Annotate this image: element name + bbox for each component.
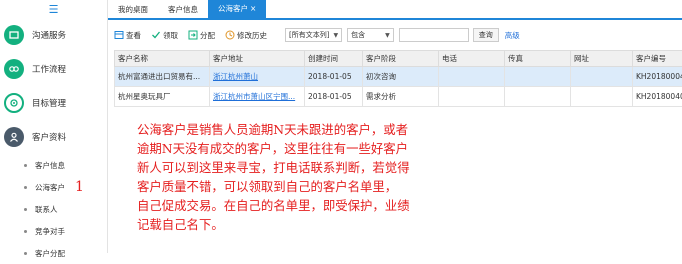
- tab-label: 我的桌面: [118, 4, 148, 15]
- search-input[interactable]: [399, 28, 469, 42]
- tab-customer-info[interactable]: 客户信息: [158, 0, 208, 18]
- annotation-text: 公海客户是销售人员逾期N天未跟进的客户，或者 逾期N天没有成交的客户，这里往往有…: [137, 120, 517, 234]
- chevron-down-icon: ▼: [333, 32, 338, 39]
- history-label: 修改历史: [237, 30, 267, 41]
- cell-code: KH201800409: [633, 87, 682, 107]
- cell-url: [571, 67, 633, 87]
- column-header[interactable]: 客户阶段: [363, 51, 439, 67]
- sidebar-sub-label: 竞争对手: [35, 226, 65, 237]
- search-button[interactable]: 查询: [473, 28, 499, 42]
- history-button[interactable]: 修改历史: [225, 30, 267, 41]
- tab-label: 公海客户: [218, 3, 248, 14]
- view-icon: [114, 30, 124, 40]
- target-icon: [4, 93, 24, 113]
- cell-stage: 初次咨询: [363, 67, 439, 87]
- sidebar: ☰ 沟通服务 工作流程 目标管理 客户资料 客户信息 公海客户 1 联系人: [0, 0, 108, 253]
- workflow-icon: [4, 59, 24, 79]
- column-header[interactable]: 传真: [505, 51, 571, 67]
- sidebar-item-goals[interactable]: 目标管理: [0, 86, 107, 120]
- sidebar-sub-contacts[interactable]: 联系人: [0, 198, 107, 220]
- bullet-icon: [24, 230, 27, 233]
- column-header[interactable]: 客户名称: [115, 51, 210, 67]
- cell-created: 2018-01-05: [305, 67, 363, 87]
- sidebar-item-customers[interactable]: 客户资料: [0, 120, 107, 154]
- sidebar-item-workflow[interactable]: 工作流程: [0, 52, 107, 86]
- sidebar-item-label: 沟通服务: [32, 29, 66, 41]
- toolbar: 查看 领取 分配 修改历史 [所有文本列] ▼ 包含 ▼ 查询 高级: [108, 25, 682, 45]
- table-row[interactable]: 杭州星奥玩具厂 浙江杭州市萧山区宁围... 2018-01-05 需求分析 KH…: [115, 87, 682, 107]
- tab-bar: 我的桌面 客户信息 公海客户 ×: [108, 0, 682, 20]
- column-header[interactable]: 客户编号: [633, 51, 682, 67]
- advanced-search-link[interactable]: 高级: [505, 30, 520, 41]
- sidebar-sub-customer-info[interactable]: 客户信息: [0, 154, 107, 176]
- cell-phone: [439, 87, 505, 107]
- claim-button[interactable]: 领取: [151, 30, 178, 41]
- sidebar-item-label: 客户资料: [32, 131, 66, 143]
- sidebar-sub-public-customers[interactable]: 公海客户 1: [0, 176, 107, 198]
- chat-icon: [4, 25, 24, 45]
- cell-stage: 需求分析: [363, 87, 439, 107]
- table-row[interactable]: 杭州富通进出口贸易有... 浙江杭州萧山 2018-01-05 初次咨询 KH2…: [115, 67, 682, 87]
- address-link[interactable]: 浙江杭州萧山: [213, 72, 258, 81]
- column-header[interactable]: 网址: [571, 51, 633, 67]
- annotation-number-1: 1: [75, 179, 84, 195]
- column-header[interactable]: 电话: [439, 51, 505, 67]
- cell-name: 杭州星奥玩具厂: [115, 87, 210, 107]
- operator-select[interactable]: 包含 ▼: [347, 28, 394, 42]
- assign-icon: [188, 30, 198, 40]
- bullet-icon: [24, 252, 27, 255]
- close-icon[interactable]: ×: [250, 4, 256, 13]
- cell-code: KH201800049: [633, 67, 682, 87]
- table-header-row: 客户名称 客户地址 创建时间 客户阶段 电话 传真 网址 客户编号: [115, 51, 682, 67]
- sidebar-sub-label: 联系人: [35, 204, 58, 215]
- cell-address: 浙江杭州萧山: [210, 67, 305, 87]
- view-button[interactable]: 查看: [114, 30, 141, 41]
- hamburger-icon[interactable]: ☰: [0, 0, 107, 18]
- chevron-down-icon: ▼: [385, 32, 390, 39]
- annotation-line: 新人可以到这里来寻宝，打电话联系判断，若觉得: [137, 158, 517, 177]
- bullet-icon: [24, 208, 27, 211]
- assign-button[interactable]: 分配: [188, 30, 215, 41]
- view-label: 查看: [126, 30, 141, 41]
- annotation-line: 公海客户是销售人员逾期N天未跟进的客户，或者: [137, 120, 517, 139]
- cell-fax: [505, 87, 571, 107]
- cell-address: 浙江杭州市萧山区宁围...: [210, 87, 305, 107]
- tab-label: 客户信息: [168, 4, 198, 15]
- cell-phone: [439, 67, 505, 87]
- annotation-line: 记载自己名下。: [137, 215, 517, 234]
- cell-url: [571, 87, 633, 107]
- sidebar-sub-customer-assign[interactable]: 客户分配: [0, 242, 107, 264]
- sidebar-sub-label: 客户信息: [35, 160, 65, 171]
- sidebar-item-communication[interactable]: 沟通服务: [0, 18, 107, 52]
- cell-name: 杭州富通进出口贸易有...: [115, 67, 210, 87]
- history-icon: [225, 30, 235, 40]
- column-header[interactable]: 客户地址: [210, 51, 305, 67]
- annotation-line: 客户质量不错，可以领取到自己的客户名单里，: [137, 177, 517, 196]
- sidebar-sub-competitors[interactable]: 竞争对手: [0, 220, 107, 242]
- assign-label: 分配: [200, 30, 215, 41]
- bullet-icon: [24, 164, 27, 167]
- annotation-line: 自己促成交易。在自己的名单里，即受保护，业绩: [137, 196, 517, 215]
- check-icon: [151, 30, 161, 40]
- tab-public-customers[interactable]: 公海客户 ×: [208, 0, 266, 18]
- tab-desktop[interactable]: 我的桌面: [108, 0, 158, 18]
- field-select-value: [所有文本列]: [289, 30, 329, 40]
- customer-icon: [4, 127, 24, 147]
- claim-label: 领取: [163, 30, 178, 41]
- customer-table: 客户名称 客户地址 创建时间 客户阶段 电话 传真 网址 客户编号 杭州富通进出…: [114, 50, 682, 107]
- annotation-line: 逾期N天没有成交的客户，这里往往有一些好客户: [137, 139, 517, 158]
- cell-fax: [505, 67, 571, 87]
- bullet-icon: [24, 186, 27, 189]
- column-header[interactable]: 创建时间: [305, 51, 363, 67]
- sidebar-item-label: 目标管理: [32, 97, 66, 109]
- sidebar-sub-label: 公海客户: [35, 182, 65, 193]
- field-select[interactable]: [所有文本列] ▼: [285, 28, 342, 42]
- cell-created: 2018-01-05: [305, 87, 363, 107]
- sidebar-sub-label: 客户分配: [35, 248, 65, 259]
- address-link[interactable]: 浙江杭州市萧山区宁围...: [213, 92, 295, 101]
- sidebar-item-label: 工作流程: [32, 63, 66, 75]
- operator-select-value: 包含: [351, 30, 365, 40]
